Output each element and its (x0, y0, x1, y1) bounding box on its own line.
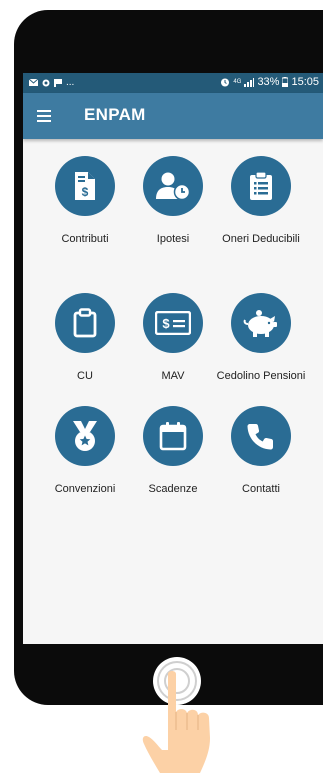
more-notifications-dots: ... (66, 77, 75, 88)
tile-icon-circle (143, 156, 203, 216)
menu-icon (37, 110, 51, 122)
tile-icon-circle: $ (143, 293, 203, 353)
alarm-icon (221, 78, 230, 87)
phone-icon (247, 424, 273, 450)
status-right-icons: 4G 33% 15:05 (220, 76, 319, 88)
dollar-document-icon: $ (75, 172, 95, 200)
calendar-icon (159, 422, 187, 451)
medal-icon (73, 421, 97, 451)
tile-ipotesi[interactable]: Ipotesi (123, 156, 223, 266)
clipboard-icon (73, 308, 97, 338)
tile-label: Ipotesi (156, 233, 190, 245)
circle-icon (42, 79, 50, 86)
tile-icon-circle: $ (55, 156, 115, 216)
tile-label: Scadenze (148, 483, 198, 495)
tile-label: Oneri Deducibili (222, 233, 300, 245)
tile-label: Contatti (242, 483, 280, 495)
battery-icon (282, 77, 289, 87)
status-left-icons: ... (29, 77, 74, 88)
user-clock-icon (156, 172, 191, 200)
tile-oneri-deducibili[interactable]: Oneri Deducibili (211, 156, 311, 266)
tile-label: CU (77, 370, 93, 382)
network-type: 4G (233, 79, 242, 85)
tile-label: Convenzioni (54, 483, 116, 495)
tile-contributi[interactable]: $ Contributi (35, 156, 135, 266)
tile-icon-circle (55, 406, 115, 466)
tile-cu[interactable]: CU (35, 293, 135, 403)
phone-screen: ... 4G 33% 15:05 ENPAM $ Contributi Ipot… (23, 73, 323, 644)
tile-label: MAV (161, 370, 185, 382)
tile-icon-circle (231, 406, 291, 466)
signal-icon (244, 77, 255, 87)
svg-text:$: $ (82, 185, 89, 199)
tile-cedolino-pensioni[interactable]: Cedolino Pensioni (211, 293, 311, 403)
menu-button[interactable] (35, 106, 55, 126)
clock: 15:05 (291, 76, 319, 88)
piggy-bank-icon (243, 310, 277, 337)
tile-mav[interactable]: $ MAV (123, 293, 223, 403)
battery-percentage: 33% (257, 76, 280, 88)
tile-icon-circle (231, 156, 291, 216)
flag-icon (54, 78, 62, 87)
money-bill-icon: $ (155, 311, 191, 335)
tile-contatti[interactable]: Contatti (211, 406, 311, 516)
app-bar: ENPAM (23, 93, 323, 139)
mail-icon (29, 79, 38, 86)
tile-convenzioni[interactable]: Convenzioni (35, 406, 135, 516)
clipboard-list-icon (250, 171, 272, 200)
tile-label: Contributi (61, 233, 109, 245)
svg-text:$: $ (162, 316, 170, 331)
tile-icon-circle (55, 293, 115, 353)
tile-scadenze[interactable]: Scadenze (123, 406, 223, 516)
tile-icon-circle (231, 293, 291, 353)
status-bar: ... 4G 33% 15:05 (23, 73, 323, 93)
tile-label: Cedolino Pensioni (216, 370, 306, 382)
app-title: ENPAM (84, 105, 146, 124)
tile-icon-circle (143, 406, 203, 466)
pointing-hand-icon (142, 671, 210, 773)
